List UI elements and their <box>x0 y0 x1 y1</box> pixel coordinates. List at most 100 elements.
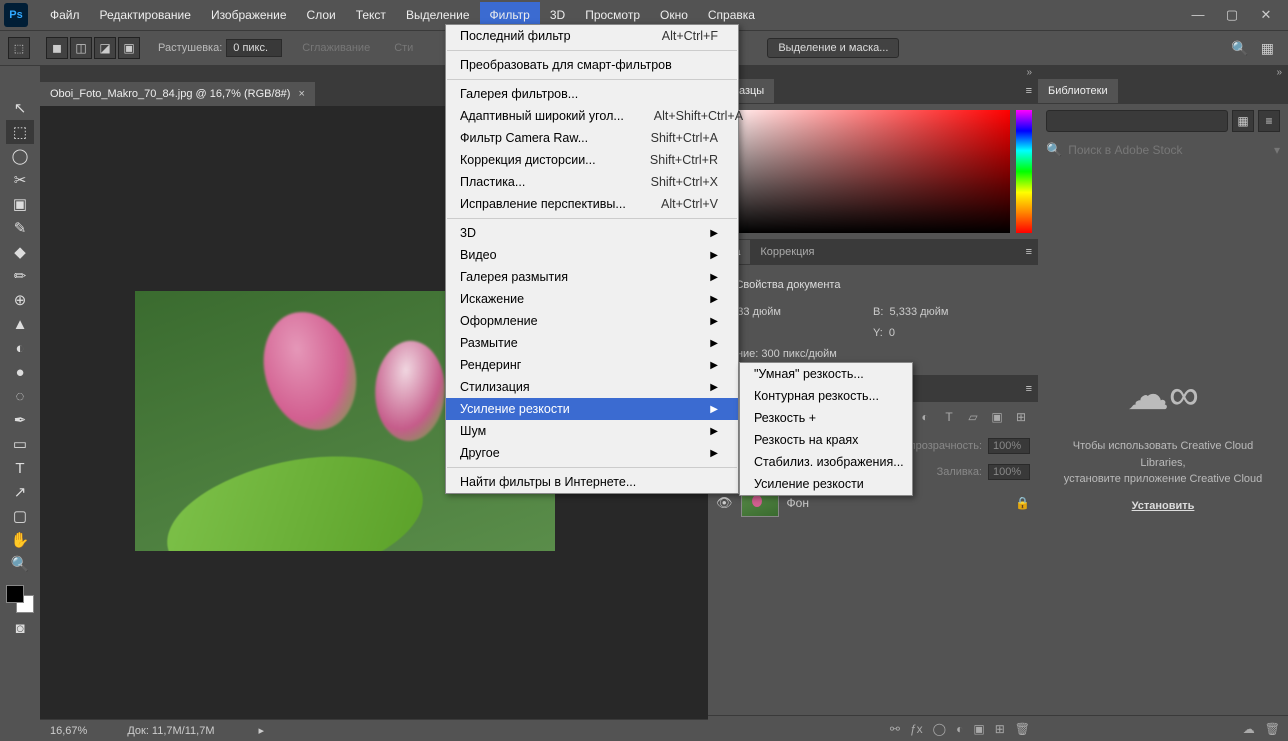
filter-item[interactable]: Коррекция дисторсии...Shift+Ctrl+R <box>446 149 738 171</box>
search-icon[interactable]: 🔍 <box>1225 40 1254 57</box>
sharpen-item[interactable]: Резкость на краях <box>740 429 912 451</box>
filter-item[interactable]: Фильтр Camera Raw...Shift+Ctrl+A <box>446 127 738 149</box>
filter-item[interactable]: Найти фильтры в Интернете... <box>446 471 738 493</box>
tool-5[interactable]: ✎ <box>6 216 34 240</box>
filter-item[interactable]: 3D▶ <box>446 222 738 244</box>
cloud-icon[interactable]: ☁ <box>1243 722 1255 736</box>
sharpen-item[interactable]: Усиление резкости <box>740 473 912 495</box>
sharpen-item[interactable]: "Умная" резкость... <box>740 363 912 385</box>
tab-libraries[interactable]: Библиотеки <box>1038 79 1118 103</box>
selection-new-icon[interactable]: ◼ <box>46 37 68 59</box>
adjustment-icon[interactable]: ◐ <box>956 722 963 736</box>
grid-view-icon[interactable]: ▦ <box>1232 110 1254 132</box>
filter-item[interactable]: Галерея размытия▶ <box>446 266 738 288</box>
tool-0[interactable]: ↖ <box>6 96 34 120</box>
selection-add-icon[interactable]: ◫ <box>70 37 92 59</box>
tool-9[interactable]: ▲ <box>6 312 34 336</box>
filter-adjust-icon[interactable]: ◐ <box>916 408 934 426</box>
panel-menu-icon[interactable]: ≡ <box>1020 383 1038 395</box>
filter-item[interactable]: Пластика...Shift+Ctrl+X <box>446 171 738 193</box>
menu-редактирование[interactable]: Редактирование <box>90 2 201 28</box>
close-tab-icon[interactable]: × <box>298 88 304 100</box>
trash-icon[interactable]: 🗑 <box>1015 722 1030 736</box>
filter-item[interactable]: Рендеринг▶ <box>446 354 738 376</box>
filter-shape-icon[interactable]: ▱ <box>964 408 982 426</box>
tool-2[interactable]: ◯ <box>6 144 34 168</box>
filter-item[interactable]: Исправление перспективы...Alt+Ctrl+V <box>446 193 738 215</box>
tool-16[interactable]: ↗ <box>6 480 34 504</box>
tool-8[interactable]: ⊕ <box>6 288 34 312</box>
foreground-background-swatch[interactable] <box>6 585 34 613</box>
quickmask-icon[interactable]: ◙ <box>6 616 34 640</box>
tool-preset-icon[interactable]: ⬚ <box>8 37 30 59</box>
opacity-value[interactable]: 100% <box>988 438 1030 454</box>
selection-subtract-icon[interactable]: ◪ <box>94 37 116 59</box>
hue-slider[interactable] <box>1016 110 1032 233</box>
chevron-down-icon[interactable]: ▾ <box>1274 143 1280 157</box>
filter-item[interactable]: Галерея фильтров... <box>446 83 738 105</box>
group-icon[interactable]: ▣ <box>973 722 984 736</box>
filter-type-icon[interactable]: T <box>940 408 958 426</box>
sharpen-item[interactable]: Резкость + <box>740 407 912 429</box>
tool-12[interactable]: ◌ <box>6 384 34 408</box>
zoom-level[interactable]: 16,67% <box>50 725 87 737</box>
list-view-icon[interactable]: ≡ <box>1258 110 1280 132</box>
filter-item[interactable]: Последний фильтрAlt+Ctrl+F <box>446 25 738 47</box>
trash-icon[interactable]: 🗑 <box>1265 722 1280 736</box>
filter-item[interactable]: Искажение▶ <box>446 288 738 310</box>
filter-item[interactable]: Адаптивный широкий угол...Alt+Shift+Ctrl… <box>446 105 738 127</box>
tool-7[interactable]: ✏ <box>6 264 34 288</box>
mid-collapse-bar[interactable]: » <box>708 66 1038 78</box>
minimize-icon[interactable]: — <box>1190 7 1206 23</box>
maximize-icon[interactable]: ▢ <box>1224 7 1240 23</box>
new-layer-icon[interactable]: ⊞ <box>995 722 1005 736</box>
filter-item[interactable]: Видео▶ <box>446 244 738 266</box>
filter-item[interactable]: Усиление резкости▶ <box>446 398 738 420</box>
sharpen-item[interactable]: Контурная резкость... <box>740 385 912 407</box>
library-search-placeholder[interactable]: Поиск в Adobe Stock <box>1068 143 1182 157</box>
filter-item[interactable]: Преобразовать для смарт-фильтров <box>446 54 738 76</box>
tool-11[interactable]: ● <box>6 360 34 384</box>
filter-toggle-icon[interactable]: ⊞ <box>1012 408 1030 426</box>
filter-item[interactable]: Размытие▶ <box>446 332 738 354</box>
tool-1[interactable]: ⬚ <box>6 120 34 144</box>
tool-6[interactable]: ◆ <box>6 240 34 264</box>
filter-item[interactable]: Стилизация▶ <box>446 376 738 398</box>
menu-файл[interactable]: Файл <box>40 2 90 28</box>
color-field[interactable] <box>714 110 1010 233</box>
fill-value[interactable]: 100% <box>988 464 1030 480</box>
sharpen-item[interactable]: Стабилиз. изображения... <box>740 451 912 473</box>
visibility-icon[interactable]: 👁 <box>716 495 733 511</box>
status-arrow-icon[interactable]: ▸ <box>259 724 265 737</box>
workspace-icon[interactable]: ▦ <box>1255 40 1280 57</box>
tool-3[interactable]: ✂ <box>6 168 34 192</box>
mask-icon[interactable]: ◯ <box>933 722 946 736</box>
install-link[interactable]: Установить <box>1132 498 1195 515</box>
document-tab[interactable]: Oboi_Foto_Makro_70_84.jpg @ 16,7% (RGB/8… <box>40 82 315 106</box>
filter-smart-icon[interactable]: ▣ <box>988 408 1006 426</box>
select-and-mask-button[interactable]: Выделение и маска... <box>767 38 899 58</box>
tool-10[interactable]: ◐ <box>6 336 34 360</box>
feather-input[interactable] <box>226 39 282 57</box>
close-icon[interactable]: ✕ <box>1258 7 1274 23</box>
library-select[interactable] <box>1046 110 1228 132</box>
fx-icon[interactable]: ƒx <box>910 722 923 736</box>
tool-19[interactable]: 🔍 <box>6 552 34 576</box>
tool-18[interactable]: ✋ <box>6 528 34 552</box>
panel-menu-icon[interactable]: ≡ <box>1020 85 1038 97</box>
tab-adjustments[interactable]: Коррекция <box>750 240 824 264</box>
menu-слои[interactable]: Слои <box>297 2 346 28</box>
tool-15[interactable]: T <box>6 456 34 480</box>
menu-изображение[interactable]: Изображение <box>201 2 297 28</box>
filter-item[interactable]: Другое▶ <box>446 442 738 464</box>
filter-item[interactable]: Оформление▶ <box>446 310 738 332</box>
tool-13[interactable]: ✒ <box>6 408 34 432</box>
link-icon[interactable]: ⚯ <box>890 722 900 736</box>
lib-collapse-bar[interactable]: » <box>1038 66 1288 78</box>
tool-17[interactable]: ▢ <box>6 504 34 528</box>
menu-текст[interactable]: Текст <box>346 2 396 28</box>
panel-menu-icon[interactable]: ≡ <box>1020 246 1038 258</box>
filter-item[interactable]: Шум▶ <box>446 420 738 442</box>
selection-intersect-icon[interactable]: ▣ <box>118 37 140 59</box>
tool-4[interactable]: ▣ <box>6 192 34 216</box>
